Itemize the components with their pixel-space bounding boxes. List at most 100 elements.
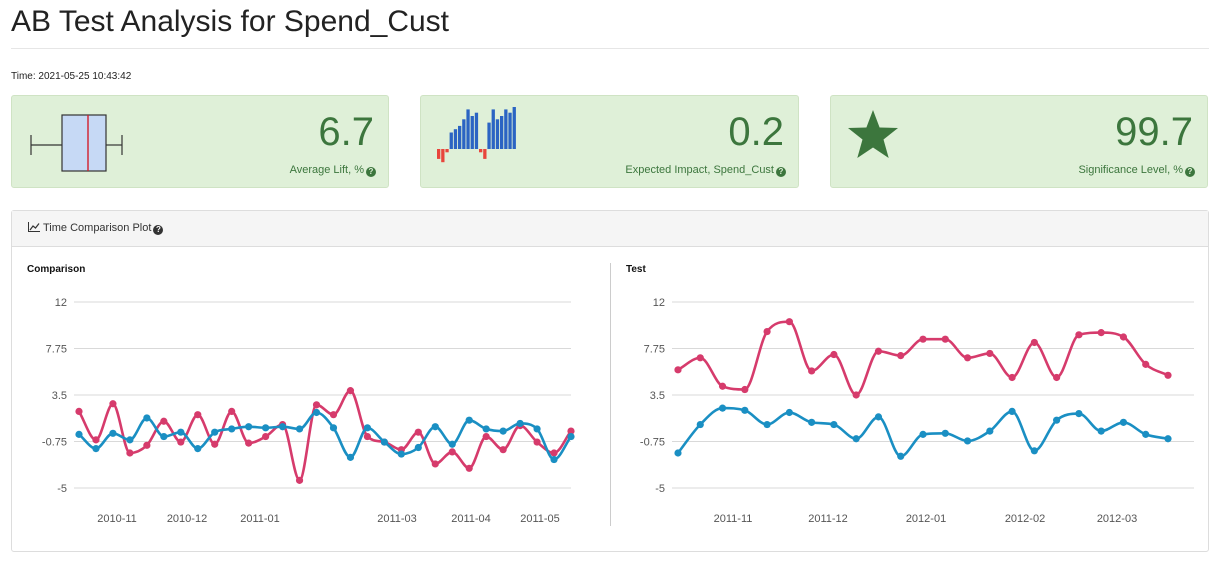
data-point <box>830 420 838 429</box>
histogram-bar <box>495 119 500 149</box>
histogram-bar <box>512 107 516 149</box>
y-tick-label: 12 <box>653 297 665 309</box>
data-point <box>278 423 287 431</box>
data-point <box>346 453 355 461</box>
data-point <box>177 428 185 436</box>
y-tick-label: 12 <box>55 297 67 309</box>
data-point <box>1075 410 1083 418</box>
expected-impact-card: 0.2 Expected Impact, Spend_Cust? <box>420 95 799 188</box>
y-tick-label: 7.75 <box>644 344 665 356</box>
data-point <box>785 318 793 326</box>
data-point <box>1030 338 1038 347</box>
data-point <box>211 428 219 436</box>
data-point <box>245 423 253 431</box>
histogram-bar <box>479 149 483 153</box>
data-point <box>92 445 100 453</box>
data-point <box>830 350 838 359</box>
data-point <box>718 382 727 390</box>
data-point <box>228 407 236 416</box>
title-divider <box>11 48 1209 49</box>
data-point <box>852 391 860 399</box>
data-point <box>431 423 439 431</box>
data-point <box>177 438 185 446</box>
series-line <box>677 320 1169 397</box>
data-point <box>567 432 575 441</box>
data-point <box>533 438 541 446</box>
y-tick-label: -5 <box>655 483 665 495</box>
help-icon[interactable]: ? <box>776 167 786 177</box>
data-point <box>1075 331 1083 339</box>
data-point <box>194 445 202 453</box>
y-tick-label: 7.75 <box>46 344 67 356</box>
x-tick-label: 2010-11 <box>97 513 137 525</box>
data-point <box>1097 427 1105 435</box>
x-tick-label: 2012-02 <box>1005 513 1045 525</box>
data-point <box>346 387 355 395</box>
expected-impact-label: Expected Impact, Spend_Cust? <box>625 164 786 177</box>
data-point <box>763 327 771 336</box>
data-point <box>75 430 83 438</box>
data-point <box>482 432 490 441</box>
data-point <box>1097 329 1105 337</box>
data-point <box>465 464 473 472</box>
x-tick-label: 2012-03 <box>1097 513 1137 525</box>
y-tick-label: 3.5 <box>52 390 67 402</box>
line-chart-icon <box>28 222 40 232</box>
data-point <box>718 404 727 412</box>
histogram-bar <box>462 119 466 149</box>
data-point <box>986 427 994 435</box>
x-tick-label: 2012-01 <box>906 513 946 525</box>
data-point <box>1119 418 1128 426</box>
star-icon <box>848 110 898 158</box>
help-icon[interactable]: ? <box>1185 167 1195 177</box>
x-tick-label: 2011-01 <box>240 513 280 525</box>
data-point <box>126 436 134 444</box>
data-point <box>448 440 456 448</box>
test-chart: 12 7.75 3.5 -0.75 -5 2011-11 2011-12 2012-01 201… <box>640 297 1194 525</box>
timestamp: Time: 2021-05-25 10:43:42 <box>11 71 132 82</box>
data-point <box>741 385 749 394</box>
average-lift-label: Average Lift, %? <box>290 164 376 177</box>
data-point <box>852 435 860 443</box>
data-point <box>482 425 490 433</box>
help-icon[interactable]: ? <box>366 167 376 177</box>
data-point <box>465 416 473 424</box>
data-point <box>1053 373 1061 382</box>
significance-level-value: 99.7 <box>1115 110 1193 154</box>
data-point <box>1164 371 1172 379</box>
data-point <box>160 432 168 441</box>
data-point <box>1030 447 1038 455</box>
data-point <box>696 420 704 429</box>
data-point <box>245 439 253 447</box>
histogram-bar <box>508 112 512 149</box>
data-point <box>329 411 338 419</box>
data-point <box>919 430 927 438</box>
data-point <box>674 366 682 374</box>
data-point <box>397 450 405 458</box>
histogram-icon <box>437 107 516 163</box>
data-point <box>696 354 704 362</box>
boxplot-icon <box>30 114 123 172</box>
panel-header: Time Comparison Plot? <box>12 211 1208 247</box>
data-point <box>550 449 558 457</box>
data-point <box>919 335 927 343</box>
data-point <box>329 424 338 432</box>
x-tick-label: 2011-12 <box>808 513 848 525</box>
data-point <box>92 436 100 444</box>
data-point <box>1164 435 1172 443</box>
data-point <box>160 417 168 425</box>
data-point <box>109 429 117 437</box>
data-point <box>897 452 905 460</box>
histogram-bar <box>466 109 470 149</box>
x-tick-label: 2011-11 <box>714 513 753 525</box>
data-point <box>380 438 388 446</box>
expected-impact-value: 0.2 <box>728 110 784 154</box>
data-point <box>897 352 905 360</box>
data-point <box>75 407 83 416</box>
histogram-bar <box>441 149 445 163</box>
data-point <box>808 418 816 426</box>
x-tick-label: 2010-12 <box>167 513 207 525</box>
data-point <box>262 432 270 441</box>
help-icon[interactable]: ? <box>153 225 164 235</box>
data-point <box>295 476 304 484</box>
